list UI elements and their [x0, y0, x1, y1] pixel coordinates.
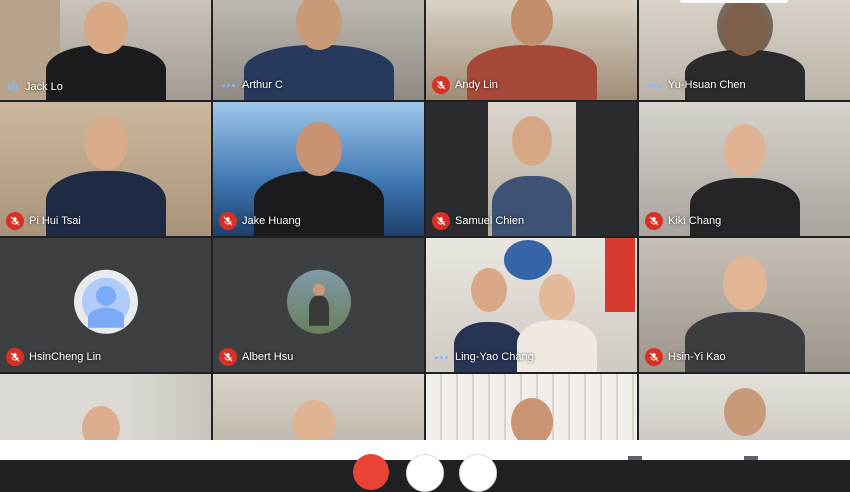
captions-icon[interactable] [628, 456, 642, 460]
more-options-icon[interactable] [432, 348, 450, 366]
mic-off-icon [432, 76, 450, 94]
participant-tile[interactable] [0, 374, 211, 446]
avatar [73, 269, 138, 334]
participant-name: Arthur C [242, 79, 283, 91]
avatar [286, 269, 351, 334]
participant-name: Kiki Chang [668, 215, 722, 227]
mic-off-icon [219, 212, 237, 230]
more-options-icon[interactable] [645, 76, 663, 94]
participant-tile-jack-lo[interactable]: Jack Lo [0, 0, 211, 100]
participant-tile-ling-yao-chang[interactable]: Ling-Yao Chang [426, 238, 637, 372]
participant-tile[interactable] [639, 374, 850, 446]
participant-name: Albert Hsu [242, 351, 294, 363]
participant-tile-arthur-c[interactable]: Arthur C [213, 0, 424, 100]
mic-off-icon [645, 212, 663, 230]
participant-tile-albert-hsu[interactable]: Albert Hsu [213, 238, 424, 372]
participant-name: Jake Huang [242, 215, 301, 227]
participant-name: HsinCheng Lin [29, 351, 102, 363]
audio-level-icon [6, 80, 20, 94]
mic-off-icon [645, 348, 663, 366]
participant-tile-hsincheng-lin[interactable]: HsinCheng Lin [0, 238, 211, 372]
participant-tile-kiki-chang[interactable]: Kiki Chang [639, 102, 850, 236]
mic-off-icon [6, 348, 24, 366]
notification-tab [680, 0, 788, 3]
present-icon[interactable] [744, 456, 758, 460]
participant-tile-samuel-chien[interactable]: Samuel Chien [426, 102, 637, 236]
participant-name: Jack Lo [25, 81, 63, 93]
meeting-controls-bar [0, 440, 850, 492]
participant-tile-andy-lin[interactable]: Andy Lin [426, 0, 637, 100]
participant-name: Samuel Chien [455, 215, 525, 227]
participant-tile[interactable] [213, 374, 424, 446]
participant-name: Yu-Hsuan Chen [668, 79, 746, 91]
end-call-button[interactable] [353, 454, 389, 490]
video-grid: Jack Lo Arthur C Andy Lin Yu-Hsuan Chen [0, 0, 850, 446]
participant-tile-jake-huang[interactable]: Jake Huang [213, 102, 424, 236]
participant-name: Hsin-Yi Kao [668, 351, 726, 363]
participant-tile[interactable] [426, 374, 637, 446]
more-options-icon[interactable] [219, 76, 237, 94]
participant-name: Pi Hui Tsai [29, 215, 81, 227]
participant-name: Andy Lin [455, 79, 498, 91]
participant-tile-hsin-yi-kao[interactable]: Hsin-Yi Kao [639, 238, 850, 372]
participant-tile-pi-hui-tsai[interactable]: Pi Hui Tsai [0, 102, 211, 236]
participant-tile-yu-hsuan-chen[interactable]: Yu-Hsuan Chen [639, 0, 850, 100]
mic-off-icon [432, 212, 450, 230]
participant-name: Ling-Yao Chang [455, 351, 534, 363]
mic-off-icon [6, 212, 24, 230]
mic-off-icon [219, 348, 237, 366]
